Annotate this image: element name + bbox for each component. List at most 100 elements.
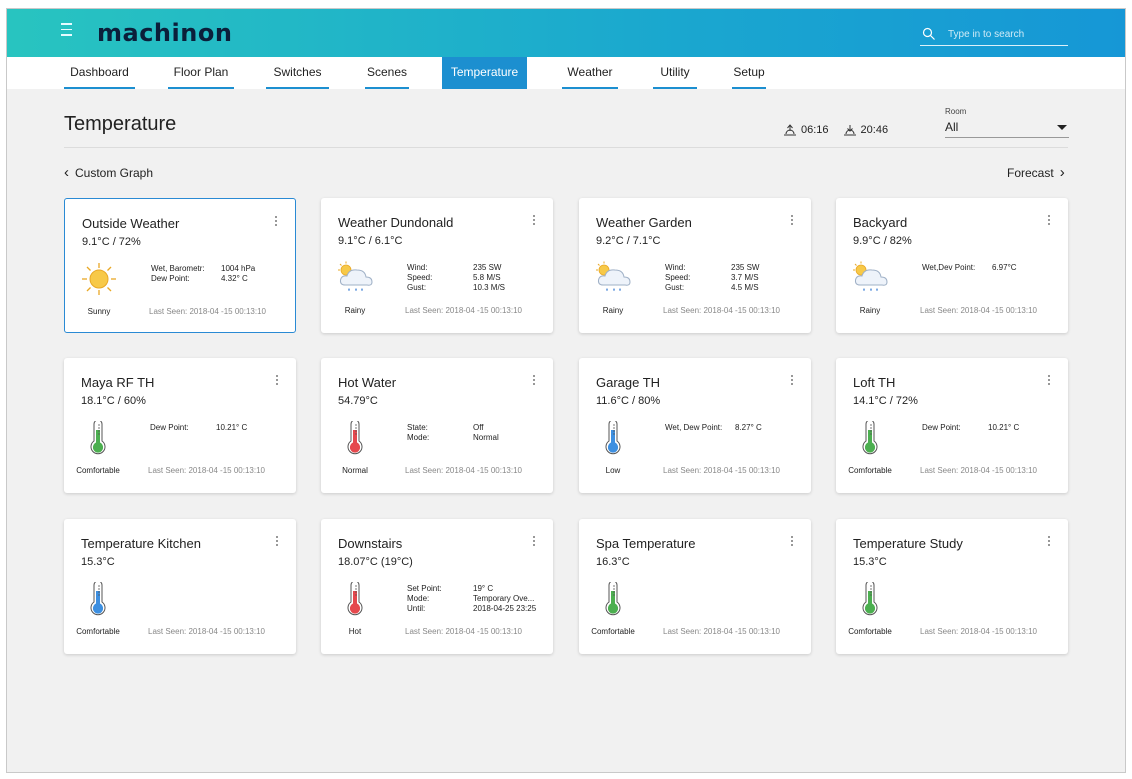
detail-key: State: bbox=[407, 423, 428, 432]
room-filter: Room All bbox=[945, 107, 1069, 138]
more-options-icon[interactable] bbox=[1044, 536, 1054, 550]
card-status: Normal bbox=[342, 466, 368, 475]
card-title: Maya RF TH bbox=[81, 375, 155, 390]
dropdown-arrow-icon bbox=[1057, 125, 1067, 130]
detail-value: Off bbox=[473, 423, 484, 432]
more-options-icon[interactable] bbox=[787, 215, 797, 229]
device-card[interactable]: Loft TH 14.1°C / 72% Dew Point: 10.21° C Com… bbox=[836, 358, 1068, 493]
tab-setup[interactable]: Setup bbox=[732, 57, 766, 89]
forecast-label: Forecast bbox=[1007, 166, 1054, 180]
card-title: Weather Dundonald bbox=[338, 215, 454, 230]
sunrise-time: 06:16 bbox=[801, 124, 829, 136]
detail-value: 6.97°C bbox=[992, 263, 1017, 272]
card-title: Weather Garden bbox=[596, 215, 692, 230]
tab-scenes[interactable]: Scenes bbox=[365, 57, 409, 89]
last-seen: Last Seen: 2018-04 -15 00:13:10 bbox=[405, 306, 522, 315]
thermometer-red-icon bbox=[337, 580, 373, 616]
tab-floor-plan[interactable]: Floor Plan bbox=[168, 57, 234, 89]
device-card[interactable]: Outside Weather 9.1°C / 72% Wet, Barometr:… bbox=[64, 198, 296, 333]
detail-value: Temporary Ove... bbox=[473, 594, 535, 603]
detail-key: Mode: bbox=[407, 594, 430, 603]
card-details: Set Point: 19° C Mode: Temporary Ove... Unti… bbox=[407, 584, 536, 614]
detail-value: 235 SW bbox=[473, 263, 502, 272]
search-box[interactable] bbox=[920, 24, 1068, 46]
device-card[interactable]: Weather Garden 9.2°C / 7.1°C Wind: 235 SW Sp… bbox=[579, 198, 811, 333]
card-title: Backyard bbox=[853, 215, 908, 230]
more-options-icon[interactable] bbox=[529, 215, 539, 229]
card-title: Loft TH bbox=[853, 375, 896, 390]
detail-value: 4.5 M/S bbox=[731, 283, 759, 292]
more-options-icon[interactable] bbox=[1044, 215, 1054, 229]
device-card[interactable]: Hot Water 54.79°C State: Off Mode: Normal Norm… bbox=[321, 358, 553, 493]
detail-row: Wet, Dew Point: 8.27° C bbox=[665, 423, 762, 433]
sun-icon bbox=[81, 262, 117, 296]
device-card[interactable]: Maya RF TH 18.1°C / 60% Dew Point: 10.21° C… bbox=[64, 358, 296, 493]
tab-switches[interactable]: Switches bbox=[266, 57, 329, 89]
detail-key: Wind: bbox=[407, 263, 428, 272]
card-details: Wet, Dew Point: 8.27° C bbox=[665, 423, 762, 433]
more-options-icon[interactable] bbox=[787, 375, 797, 389]
device-card[interactable]: Garage TH 11.6°C / 80% Wet, Dew Point: 8.27… bbox=[579, 358, 811, 493]
tab-dashboard[interactable]: Dashboard bbox=[64, 57, 135, 89]
more-options-icon[interactable] bbox=[529, 536, 539, 550]
detail-row: Wind: 235 SW bbox=[407, 263, 505, 273]
device-card[interactable]: Spa Temperature 16.3°C Comfortable Last See… bbox=[579, 519, 811, 654]
detail-row: Gust: 4.5 M/S bbox=[665, 283, 759, 293]
detail-value: 10.21° C bbox=[988, 423, 1020, 432]
last-seen: Last Seen: 2018-04 -15 00:13:10 bbox=[920, 466, 1037, 475]
detail-key: Wet,Dev Point: bbox=[922, 263, 976, 272]
detail-row: Wet,Dev Point: 6.97°C bbox=[922, 263, 1017, 273]
device-card[interactable]: Temperature Study 15.3°C Comfortable Last S… bbox=[836, 519, 1068, 654]
card-status: Comfortable bbox=[848, 627, 892, 636]
detail-value: 235 SW bbox=[731, 263, 760, 272]
room-select[interactable]: All bbox=[945, 118, 1069, 138]
card-value: 9.9°C / 82% bbox=[853, 235, 912, 247]
last-seen: Last Seen: 2018-04 -15 00:13:10 bbox=[663, 627, 780, 636]
last-seen: Last Seen: 2018-04 -15 00:13:10 bbox=[149, 307, 266, 316]
hamburger-menu-icon[interactable] bbox=[61, 23, 77, 41]
more-options-icon[interactable] bbox=[272, 536, 282, 550]
device-card[interactable]: Downstairs 18.07°C (19°C) Set Point: 19° CM… bbox=[321, 519, 553, 654]
detail-key: Dew Point: bbox=[151, 274, 190, 283]
card-title: Temperature Kitchen bbox=[81, 536, 201, 551]
room-select-value: All bbox=[945, 120, 959, 134]
tab-utility[interactable]: Utility bbox=[653, 57, 697, 89]
detail-key: Wet, Dew Point: bbox=[665, 423, 723, 432]
detail-value: 1004 hPa bbox=[221, 264, 256, 273]
detail-row: Speed: 3.7 M/S bbox=[665, 273, 759, 283]
forecast-link[interactable]: Forecast › bbox=[1007, 165, 1065, 180]
device-card[interactable]: Backyard 9.9°C / 82% Wet,Dev Point: 6.97°C R… bbox=[836, 198, 1068, 333]
rain-cloud-icon bbox=[852, 261, 888, 295]
detail-row: Set Point: 19° C bbox=[407, 584, 536, 594]
card-status: Low bbox=[605, 466, 621, 475]
detail-row: Dew Point: 4.32° C bbox=[151, 274, 255, 284]
detail-key: Mode: bbox=[407, 433, 430, 442]
svg-text:machinon: machinon bbox=[97, 19, 232, 47]
detail-key: Set Point: bbox=[407, 584, 442, 593]
device-card[interactable]: Weather Dundonald 9.1°C / 6.1°C Wind: 235 S… bbox=[321, 198, 553, 333]
card-value: 14.1°C / 72% bbox=[853, 395, 918, 407]
card-value: 54.79°C bbox=[338, 395, 378, 407]
more-options-icon[interactable] bbox=[272, 375, 282, 389]
more-options-icon[interactable] bbox=[271, 216, 281, 230]
device-card[interactable]: Temperature Kitchen 15.3°C Comfortable Last… bbox=[64, 519, 296, 654]
more-options-icon[interactable] bbox=[787, 536, 797, 550]
card-value: 9.2°C / 7.1°C bbox=[596, 235, 661, 247]
last-seen: Last Seen: 2018-04 -15 00:13:10 bbox=[920, 627, 1037, 636]
custom-graph-link[interactable]: ‹ Custom Graph bbox=[64, 165, 153, 180]
detail-row: Wet, Barometr: 1004 hPa bbox=[151, 264, 255, 274]
thermometer-blue-icon bbox=[80, 580, 116, 616]
card-status: Rainy bbox=[859, 306, 881, 315]
more-options-icon[interactable] bbox=[1044, 375, 1054, 389]
tab-temperature[interactable]: Temperature bbox=[442, 57, 527, 89]
more-options-icon[interactable] bbox=[529, 375, 539, 389]
detail-value: 2018-04-25 23:25 bbox=[473, 604, 537, 613]
detail-value: 4.32° C bbox=[221, 274, 248, 283]
search-input[interactable] bbox=[948, 24, 1066, 44]
card-value: 11.6°C / 80% bbox=[596, 395, 661, 407]
room-label: Room bbox=[945, 107, 967, 116]
tab-weather[interactable]: Weather bbox=[562, 57, 618, 89]
header-divider bbox=[64, 147, 1068, 148]
card-details: Wind: 235 SW Speed: 3.7 M/S Gust: 4.5 M/S bbox=[665, 263, 759, 293]
detail-key: Gust: bbox=[407, 283, 427, 292]
